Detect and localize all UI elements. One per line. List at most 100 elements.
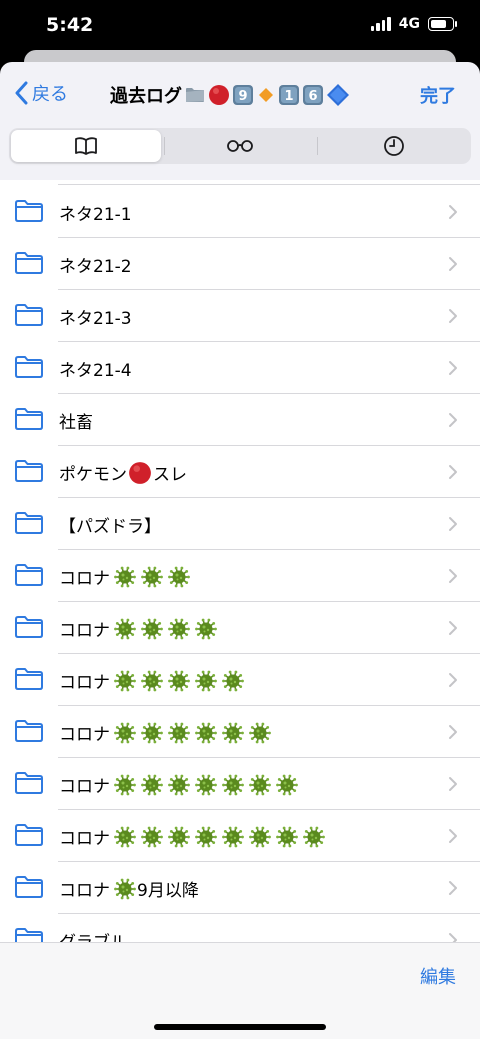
back-button[interactable]: 戻る: [14, 80, 68, 106]
folder-label: ネタ21-2: [59, 252, 132, 277]
folder-icon-wrap: [14, 459, 44, 487]
folder-icon: [15, 824, 43, 846]
microbe-emoji: [164, 826, 191, 848]
folder-icon: [15, 668, 43, 690]
segment-divider: [317, 137, 318, 155]
folder-icon-wrap: [14, 407, 44, 435]
microbe-emoji-icon: [114, 826, 136, 847]
bookmark-folder-row[interactable]: コロナ: [0, 654, 480, 706]
microbe-emoji-icon: [249, 826, 271, 847]
microbe-emoji-icon: [114, 566, 136, 587]
chevron-right-icon: [449, 725, 457, 739]
folder-name: ネタ21-3: [59, 309, 132, 329]
microbe-emoji: [245, 774, 272, 796]
microbe-emoji: [137, 826, 164, 848]
microbe-emoji-icon: [114, 722, 136, 743]
microbe-emoji-icon: [222, 722, 244, 743]
folder-name: 社畜: [59, 413, 93, 433]
microbe-emoji: [110, 722, 137, 744]
microbe-emoji-icon: [195, 722, 217, 743]
chevron-right-icon: [449, 257, 457, 271]
microbe-emoji-icon: [114, 618, 136, 639]
chevron-right-icon: [449, 465, 457, 479]
bookmark-folder-row[interactable]: ネタ21-2: [0, 238, 480, 290]
microbe-emoji: [164, 670, 191, 692]
disclosure-chevron: [448, 464, 458, 484]
disclosure-chevron: [448, 360, 458, 380]
microbe-emoji: [110, 878, 137, 900]
folder-name: ポケモン: [59, 465, 127, 485]
folder-icon-wrap: [14, 355, 44, 383]
microbe-emoji-icon: [114, 774, 136, 795]
microbe-emoji-icon: [195, 670, 217, 691]
folder-icon-wrap: [14, 875, 44, 903]
bookmark-folder-row[interactable]: グラブル: [0, 914, 480, 942]
folder-emoji-icon: [186, 88, 204, 102]
folder-icon: [15, 720, 43, 742]
chevron-right-icon: [449, 777, 457, 791]
microbe-emoji-icon: [276, 774, 298, 795]
microbe-emoji-icon: [195, 618, 217, 639]
folder-name-suffix: スレ: [153, 465, 187, 485]
microbe-emoji: [110, 826, 137, 848]
microbe-emoji-icon: [141, 826, 163, 847]
microbe-emoji: [218, 826, 245, 848]
status-indicators: 4G: [370, 16, 457, 32]
bookmark-folder-row[interactable]: コロナ 9月以降: [0, 862, 480, 914]
disclosure-chevron: [448, 880, 458, 900]
chevron-right-icon: [449, 205, 457, 219]
done-button[interactable]: 完了: [420, 82, 456, 108]
bookmark-folder-row[interactable]: コロナ: [0, 810, 480, 862]
microbe-emoji: [164, 618, 191, 640]
bookmark-folder-row[interactable]: 社畜: [0, 394, 480, 446]
folder-icon: [15, 928, 43, 942]
bookmark-folder-row[interactable]: コロナ: [0, 602, 480, 654]
orange-diamond-emoji-icon: [259, 88, 273, 102]
book-icon: [75, 137, 97, 155]
folder-icon-wrap: [14, 251, 44, 279]
microbe-emoji: [272, 826, 299, 848]
bookmark-folder-row[interactable]: 【パズドラ】: [0, 498, 480, 550]
keycap-9-emoji-icon: 9: [233, 85, 253, 105]
edit-button[interactable]: 編集: [420, 963, 456, 989]
tab-bookmarks[interactable]: [11, 130, 161, 162]
folder-label: コロナ: [59, 668, 245, 693]
svg-text:6: 6: [308, 89, 317, 104]
folder-name: コロナ: [59, 621, 110, 641]
disclosure-chevron: [448, 672, 458, 692]
tab-reading-list[interactable]: [165, 130, 315, 162]
bookmarks-sheet: 戻る 過去ログ 9 1 6 完了 ネタ21-1 ネタ21-2 ネタ21-3 ネタ…: [0, 62, 480, 1039]
folder-name: コロナ: [59, 725, 110, 745]
bookmark-folder-row[interactable]: コロナ: [0, 758, 480, 810]
tab-history[interactable]: [319, 130, 469, 162]
folder-label: コロナ: [59, 564, 191, 589]
blue-diamond-emoji-icon: [327, 84, 349, 106]
bookmark-folder-row[interactable]: ネタ21-4: [0, 342, 480, 394]
bookmark-folder-row[interactable]: ポケモン スレ: [0, 446, 480, 498]
red-circle-emoji-icon: [129, 461, 151, 484]
chevron-right-icon: [449, 673, 457, 687]
microbe-emoji: [164, 774, 191, 796]
chevron-right-icon: [449, 829, 457, 843]
microbe-emoji: [137, 774, 164, 796]
bookmark-folder-row[interactable]: ネタ21-3: [0, 290, 480, 342]
bookmark-folder-row[interactable]: ネタ21-1: [0, 186, 480, 238]
microbe-emoji-icon: [141, 722, 163, 743]
bookmark-folder-row[interactable]: コロナ: [0, 550, 480, 602]
title-emoji-group: 9 1 6: [184, 83, 350, 107]
microbe-emoji: [191, 618, 218, 640]
keycap-1-emoji-icon: 1: [279, 85, 299, 105]
battery-level: [431, 20, 446, 28]
svg-text:1: 1: [284, 89, 293, 104]
disclosure-chevron: [448, 256, 458, 276]
chevron-right-icon: [449, 881, 457, 895]
bookmark-folder-row[interactable]: コロナ: [0, 706, 480, 758]
signal-icon: [370, 17, 391, 31]
microbe-emoji-icon: [222, 826, 244, 847]
microbe-emoji: [137, 670, 164, 692]
microbe-emoji: [245, 722, 272, 744]
folder-icon-wrap: [14, 927, 44, 942]
folder-name: グラブル: [59, 928, 127, 942]
page-title: 過去ログ 9 1 6: [110, 82, 350, 108]
microbe-emoji-icon: [168, 618, 190, 639]
